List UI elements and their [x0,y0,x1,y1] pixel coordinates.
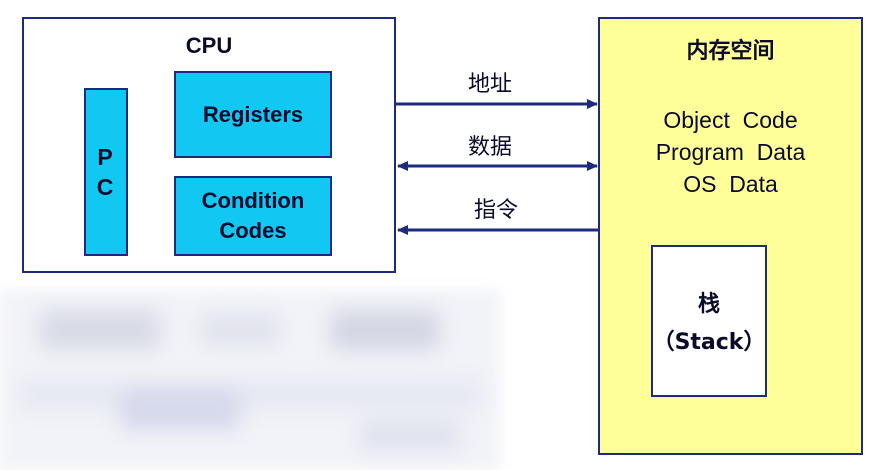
stack-box: 栈 （Stack） [651,245,767,397]
data-label: 数据 [468,135,513,160]
memory-line-object-code: Object Code [663,107,798,133]
address-label: 地址 [468,72,513,97]
registers-label: Registers [202,101,304,127]
cpu-title: CPU [185,33,233,58]
memory-title: 内存空间 [686,39,775,64]
pc-register: PC [84,88,128,256]
condition-codes-line2: Codes [219,218,287,243]
memory-line-os-data: OS Data [683,171,778,197]
stack-label-cn: 栈 [697,292,720,317]
instruction-label: 指令 [474,198,519,223]
condition-codes-line1: Condition [201,188,305,213]
registers-box: Registers [174,71,332,158]
stack-label-en: （Stack） [652,330,766,355]
condition-codes-box: Condition Codes [174,176,332,256]
blurred-region [0,290,500,470]
memory-line-program-data: Program Data [655,139,806,165]
pc-label: PC [96,144,116,200]
